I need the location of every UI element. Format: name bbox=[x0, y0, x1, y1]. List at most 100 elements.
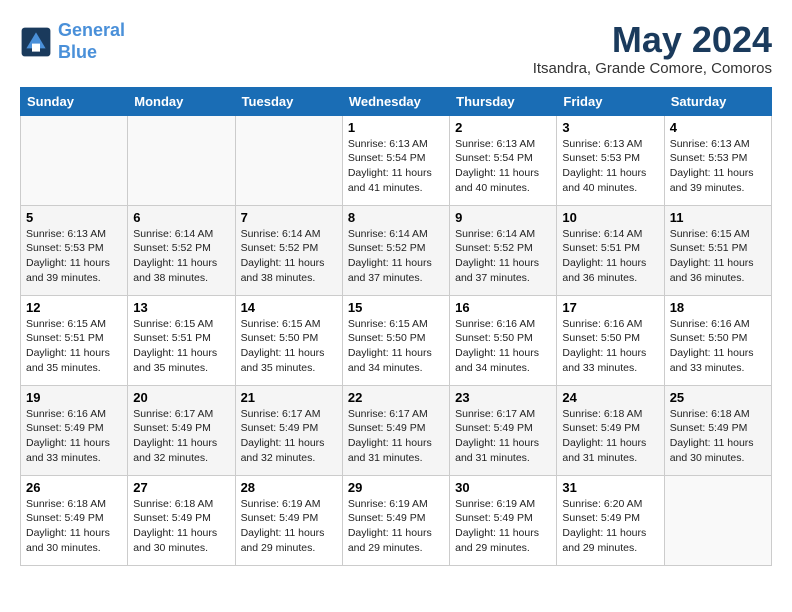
header-wednesday: Wednesday bbox=[342, 87, 449, 115]
logo-line2: Blue bbox=[58, 42, 97, 62]
logo-text: General Blue bbox=[58, 20, 125, 63]
day-info: Sunrise: 6:13 AM Sunset: 5:53 PM Dayligh… bbox=[562, 137, 658, 196]
day-info: Sunrise: 6:16 AM Sunset: 5:50 PM Dayligh… bbox=[670, 317, 766, 376]
day-number: 1 bbox=[348, 120, 444, 135]
cell-w4-d2: 20Sunrise: 6:17 AM Sunset: 5:49 PM Dayli… bbox=[128, 385, 235, 475]
day-number: 16 bbox=[455, 300, 551, 315]
cell-w1-d7: 4 Sunrise: 6:13 AM Sunset: 5:53 PM Daylig… bbox=[664, 115, 771, 205]
day-number: 15 bbox=[348, 300, 444, 315]
week-row-3: 12 Sunrise: 6:15 AM Sunset: 5:51 PM Dayli… bbox=[21, 295, 772, 385]
week-row-2: 5 Sunrise: 6:13 AM Sunset: 5:53 PM Daylig… bbox=[21, 205, 772, 295]
day-info: Sunrise: 6:18 AM Sunset: 5:49 PM Dayligh… bbox=[670, 407, 766, 466]
page-header: General Blue May 2024 Itsandra, Grande C… bbox=[20, 20, 772, 77]
day-info: Sunrise: 6:14 AM Sunset: 5:51 PM Dayligh… bbox=[562, 227, 658, 286]
day-number: 10 bbox=[562, 210, 658, 225]
day-number: 9 bbox=[455, 210, 551, 225]
cell-w5-d3: 28Sunrise: 6:19 AM Sunset: 5:49 PM Dayli… bbox=[235, 475, 342, 565]
day-info: Sunrise: 6:18 AM Sunset: 5:49 PM Dayligh… bbox=[133, 497, 229, 556]
day-number: 7 bbox=[241, 210, 337, 225]
day-number: 11 bbox=[670, 210, 766, 225]
day-number: 18 bbox=[670, 300, 766, 315]
logo: General Blue bbox=[20, 20, 125, 63]
cell-w5-d2: 27 Sunrise: 6:18 AM Sunset: 5:49 PM Dayli… bbox=[128, 475, 235, 565]
header-sunday: Sunday bbox=[21, 87, 128, 115]
day-number: 30 bbox=[455, 480, 551, 495]
header-thursday: Thursday bbox=[450, 87, 557, 115]
day-number: 22 bbox=[348, 390, 444, 405]
day-number: 4 bbox=[670, 120, 766, 135]
cell-w4-d1: 19 Sunrise: 6:16 AM Sunset: 5:49 PM Dayli… bbox=[21, 385, 128, 475]
cell-w1-d3 bbox=[235, 115, 342, 205]
cell-w5-d6: 31 Sunrise: 6:20 AM Sunset: 5:49 PM Dayli… bbox=[557, 475, 664, 565]
cell-w1-d6: 3 Sunrise: 6:13 AM Sunset: 5:53 PM Daylig… bbox=[557, 115, 664, 205]
day-info: Sunrise: 6:19 AM Sunset: 5:49 PM Dayligh… bbox=[455, 497, 551, 556]
day-number: 31 bbox=[562, 480, 658, 495]
day-info: Sunrise: 6:14 AM Sunset: 5:52 PM Dayligh… bbox=[348, 227, 444, 286]
header-tuesday: Tuesday bbox=[235, 87, 342, 115]
day-number: 24 bbox=[562, 390, 658, 405]
day-number: 14 bbox=[241, 300, 337, 315]
day-info: Sunrise: 6:18 AM Sunset: 5:49 PM Dayligh… bbox=[562, 407, 658, 466]
day-number: 5 bbox=[26, 210, 122, 225]
day-number: 3 bbox=[562, 120, 658, 135]
day-info: Sunrise: 6:19 AM Sunset: 5:49 PM Dayligh… bbox=[348, 497, 444, 556]
day-info: Sunrise: 6:16 AM Sunset: 5:50 PM Dayligh… bbox=[562, 317, 658, 376]
day-info: Sunrise: 6:13 AM Sunset: 5:53 PM Dayligh… bbox=[26, 227, 122, 286]
day-number: 17 bbox=[562, 300, 658, 315]
month-title: May 2024 bbox=[533, 20, 772, 60]
cell-w1-d5: 2 Sunrise: 6:13 AM Sunset: 5:54 PM Daylig… bbox=[450, 115, 557, 205]
day-info: Sunrise: 6:14 AM Sunset: 5:52 PM Dayligh… bbox=[241, 227, 337, 286]
day-info: Sunrise: 6:17 AM Sunset: 5:49 PM Dayligh… bbox=[455, 407, 551, 466]
day-number: 21 bbox=[241, 390, 337, 405]
cell-w5-d5: 30 Sunrise: 6:19 AM Sunset: 5:49 PM Dayli… bbox=[450, 475, 557, 565]
day-number: 6 bbox=[133, 210, 229, 225]
day-info: Sunrise: 6:20 AM Sunset: 5:49 PM Dayligh… bbox=[562, 497, 658, 556]
header-saturday: Saturday bbox=[664, 87, 771, 115]
cell-w4-d7: 25 Sunrise: 6:18 AM Sunset: 5:49 PM Dayli… bbox=[664, 385, 771, 475]
day-info: Sunrise: 6:14 AM Sunset: 5:52 PM Dayligh… bbox=[133, 227, 229, 286]
cell-w2-d2: 6 Sunrise: 6:14 AM Sunset: 5:52 PM Daylig… bbox=[128, 205, 235, 295]
cell-w5-d4: 29 Sunrise: 6:19 AM Sunset: 5:49 PM Dayli… bbox=[342, 475, 449, 565]
day-number: 12 bbox=[26, 300, 122, 315]
week-row-5: 26 Sunrise: 6:18 AM Sunset: 5:49 PM Dayli… bbox=[21, 475, 772, 565]
cell-w2-d1: 5 Sunrise: 6:13 AM Sunset: 5:53 PM Daylig… bbox=[21, 205, 128, 295]
calendar-header-row: Sunday Monday Tuesday Wednesday Thursday… bbox=[21, 87, 772, 115]
title-block: May 2024 Itsandra, Grande Comore, Comoro… bbox=[533, 20, 772, 77]
cell-w2-d3: 7 Sunrise: 6:14 AM Sunset: 5:52 PM Daylig… bbox=[235, 205, 342, 295]
cell-w5-d1: 26 Sunrise: 6:18 AM Sunset: 5:49 PM Dayli… bbox=[21, 475, 128, 565]
cell-w3-d7: 18 Sunrise: 6:16 AM Sunset: 5:50 PM Dayli… bbox=[664, 295, 771, 385]
day-number: 26 bbox=[26, 480, 122, 495]
day-info: Sunrise: 6:15 AM Sunset: 5:51 PM Dayligh… bbox=[133, 317, 229, 376]
week-row-4: 19 Sunrise: 6:16 AM Sunset: 5:49 PM Dayli… bbox=[21, 385, 772, 475]
cell-w3-d2: 13 Sunrise: 6:15 AM Sunset: 5:51 PM Dayli… bbox=[128, 295, 235, 385]
day-number: 23 bbox=[455, 390, 551, 405]
cell-w1-d4: 1 Sunrise: 6:13 AM Sunset: 5:54 PM Daylig… bbox=[342, 115, 449, 205]
day-info: Sunrise: 6:15 AM Sunset: 5:51 PM Dayligh… bbox=[670, 227, 766, 286]
day-info: Sunrise: 6:13 AM Sunset: 5:54 PM Dayligh… bbox=[348, 137, 444, 196]
logo-icon bbox=[20, 26, 52, 58]
cell-w4-d4: 22Sunrise: 6:17 AM Sunset: 5:49 PM Dayli… bbox=[342, 385, 449, 475]
day-number: 27 bbox=[133, 480, 229, 495]
day-number: 20 bbox=[133, 390, 229, 405]
day-info: Sunrise: 6:17 AM Sunset: 5:49 PM Dayligh… bbox=[241, 407, 337, 466]
day-number: 25 bbox=[670, 390, 766, 405]
day-number: 29 bbox=[348, 480, 444, 495]
day-info: Sunrise: 6:13 AM Sunset: 5:54 PM Dayligh… bbox=[455, 137, 551, 196]
week-row-1: 1 Sunrise: 6:13 AM Sunset: 5:54 PM Daylig… bbox=[21, 115, 772, 205]
cell-w4-d5: 23 Sunrise: 6:17 AM Sunset: 5:49 PM Dayli… bbox=[450, 385, 557, 475]
cell-w3-d3: 14 Sunrise: 6:15 AM Sunset: 5:50 PM Dayli… bbox=[235, 295, 342, 385]
cell-w4-d6: 24 Sunrise: 6:18 AM Sunset: 5:49 PM Dayli… bbox=[557, 385, 664, 475]
location-subtitle: Itsandra, Grande Comore, Comoros bbox=[533, 60, 772, 77]
day-number: 13 bbox=[133, 300, 229, 315]
header-monday: Monday bbox=[128, 87, 235, 115]
day-info: Sunrise: 6:16 AM Sunset: 5:49 PM Dayligh… bbox=[26, 407, 122, 466]
cell-w2-d7: 11 Sunrise: 6:15 AM Sunset: 5:51 PM Dayli… bbox=[664, 205, 771, 295]
day-info: Sunrise: 6:15 AM Sunset: 5:50 PM Dayligh… bbox=[241, 317, 337, 376]
cell-w2-d6: 10 Sunrise: 6:14 AM Sunset: 5:51 PM Dayli… bbox=[557, 205, 664, 295]
day-info: Sunrise: 6:15 AM Sunset: 5:50 PM Dayligh… bbox=[348, 317, 444, 376]
day-number: 19 bbox=[26, 390, 122, 405]
day-number: 2 bbox=[455, 120, 551, 135]
cell-w2-d4: 8Sunrise: 6:14 AM Sunset: 5:52 PM Daylig… bbox=[342, 205, 449, 295]
day-info: Sunrise: 6:13 AM Sunset: 5:53 PM Dayligh… bbox=[670, 137, 766, 196]
day-info: Sunrise: 6:18 AM Sunset: 5:49 PM Dayligh… bbox=[26, 497, 122, 556]
